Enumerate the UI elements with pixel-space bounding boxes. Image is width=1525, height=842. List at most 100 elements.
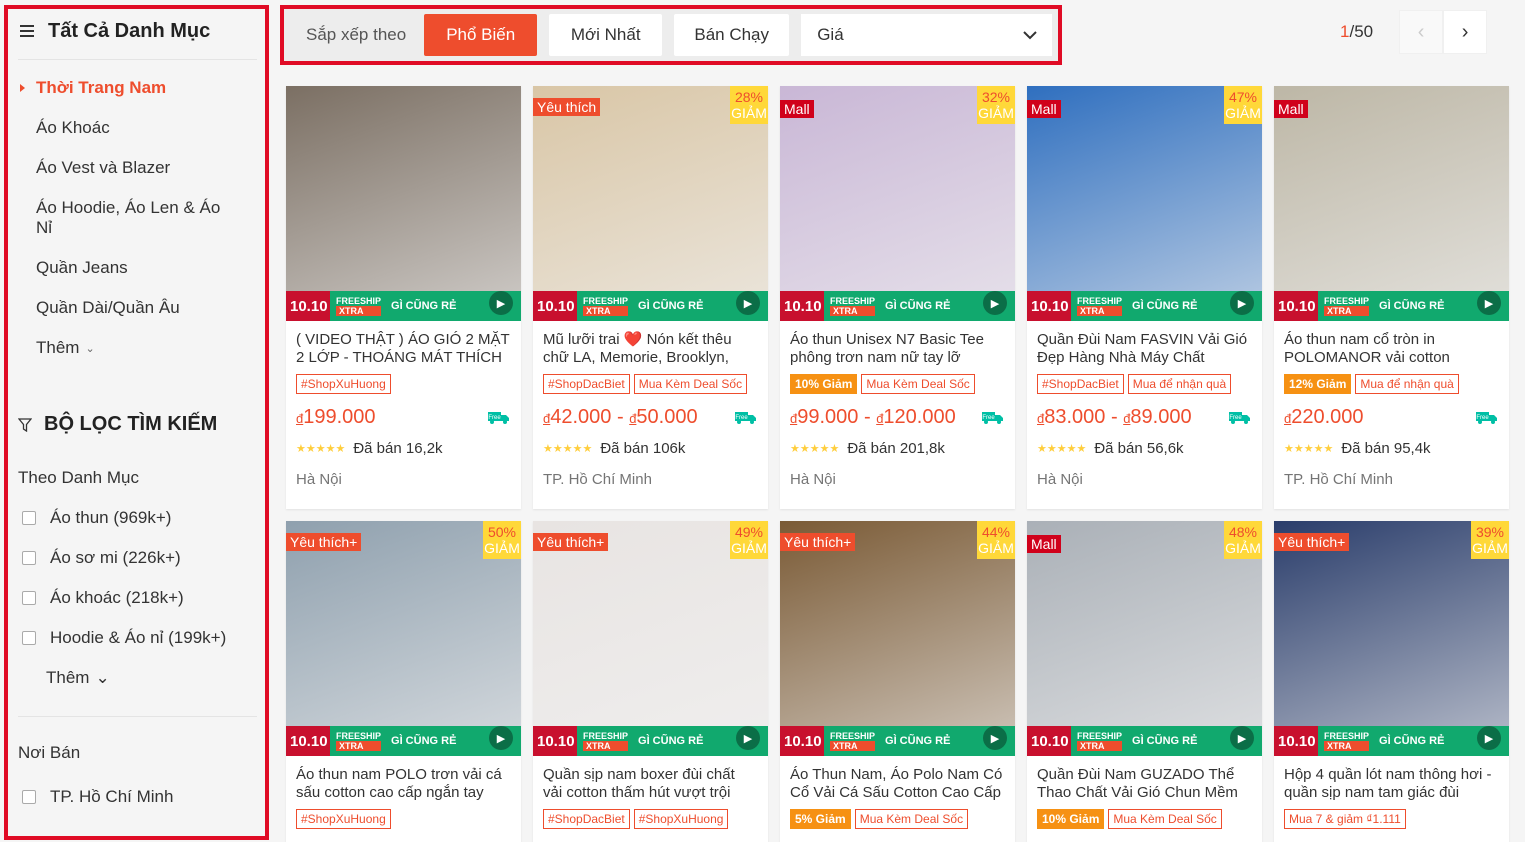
product-tags: #ShopDacBiet Mua Kèm Deal Sốc <box>543 374 758 394</box>
product-image[interactable]: Mall 47% GIẢM 10.10 FREESHIP XTRA GÌ CŨNG RẺ ▶ <box>1027 86 1262 321</box>
product-card[interactable]: Yêu thích+ 39% GIẢM 10.10 FREESHIP XTRA GÌ CŨN… <box>1274 521 1509 842</box>
product-card[interactable]: Yêu thích 28% GIẢM 10.10 FREESHIP XTRA GÌ CŨNG… <box>533 86 768 509</box>
rating-stars: ★★★★★ <box>790 443 840 455</box>
category-filter-option[interactable]: Áo khoác (218k+) <box>18 588 265 608</box>
product-tags: #ShopDacBiet #ShopXuHuong <box>543 809 758 829</box>
product-card[interactable]: Yêu thích+ 44% GIẢM 10.10 FREESHIP XTRA GÌ CŨN… <box>780 521 1015 842</box>
product-tag: Mua Kèm Deal Sốc <box>861 374 975 394</box>
rating-row: ★★★★★ Đã bán 56,6k <box>1037 440 1252 457</box>
product-title[interactable]: Hộp 4 quần lót nam thông hơi - quần sịp … <box>1284 766 1499 802</box>
category-filter-option[interactable]: Áo sơ mi (226k+) <box>18 548 265 568</box>
promo-band: 10.10 FREESHIP XTRA GÌ CŨNG RẺ <box>1027 291 1262 321</box>
play-icon[interactable]: ▶ <box>983 291 1007 315</box>
product-tag: 5% Giảm <box>790 809 851 829</box>
product-card[interactable]: Mall 32% GIẢM 10.10 FREESHIP XTRA GÌ CŨNG RẺ ▶ Á… <box>780 86 1015 509</box>
category-item[interactable]: Quần Dài/Quần Âu <box>18 298 265 318</box>
product-tags: #ShopXuHuong <box>296 374 511 394</box>
product-image[interactable]: Mall 32% GIẢM 10.10 FREESHIP XTRA GÌ CŨNG RẺ ▶ <box>780 86 1015 321</box>
discount-badge: 49% GIẢM <box>730 521 768 559</box>
category-item[interactable]: Thời Trang Nam <box>18 78 265 98</box>
free-shipping-truck-icon: Free <box>734 409 758 425</box>
product-image[interactable]: Mall 48% GIẢM 10.10 FREESHIP XTRA GÌ CŨNG RẺ ▶ <box>1027 521 1262 756</box>
category-filter-list: Áo thun (969k+) Áo sơ mi (226k+) Áo khoác … <box>18 508 265 648</box>
checkbox[interactable] <box>22 631 36 645</box>
play-icon[interactable]: ▶ <box>1477 291 1501 315</box>
freeship-label: FREESHIP XTRA <box>336 731 382 751</box>
freeship-label: FREESHIP XTRA <box>1324 731 1370 751</box>
product-title[interactable]: Mũ lưỡi trai ❤️ Nón kết thêu chữ LA, Mem… <box>543 331 758 367</box>
product-price: đ220.000 <box>1284 406 1364 429</box>
categories-more-button[interactable]: Thêm ⌄ <box>18 338 265 358</box>
price-row: đ42.000 - đ50.000 Free <box>543 404 758 430</box>
sort-popular-button[interactable]: Phổ Biến <box>424 14 538 56</box>
discount-value: 48% <box>1228 524 1258 540</box>
product-image[interactable]: 10.10 FREESHIP XTRA GÌ CŨNG RẺ ▶ <box>286 86 521 321</box>
product-info: ( VIDEO THẬT ) ÁO GIÓ 2 MẶT 2 LỚP - THOÁ… <box>286 321 521 488</box>
price-max: 120.000 <box>883 405 956 428</box>
promo-date: 10.10 <box>1031 297 1069 315</box>
freeship-label: FREESHIP XTRA <box>336 296 382 316</box>
product-card[interactable]: Mall 47% GIẢM 10.10 FREESHIP XTRA GÌ CŨNG RẺ ▶ Q… <box>1027 86 1262 509</box>
free-shipping-truck-icon: Free <box>981 409 1005 425</box>
prev-page-button[interactable]: ‹ <box>1399 10 1444 54</box>
checkbox[interactable] <box>22 591 36 605</box>
category-filter-option[interactable]: Áo thun (969k+) <box>18 508 265 528</box>
product-image[interactable]: Yêu thích+ 50% GIẢM 10.10 FREESHIP XTRA GÌ CŨN… <box>286 521 521 756</box>
product-image[interactable]: Yêu thích 28% GIẢM 10.10 FREESHIP XTRA GÌ CŨNG… <box>533 86 768 321</box>
price-sort-select[interactable]: Giá <box>801 14 1052 56</box>
product-title[interactable]: ( VIDEO THẬT ) ÁO GIÓ 2 MẶT 2 LỚP - THOÁ… <box>296 331 511 367</box>
product-title[interactable]: Quần Đùi Nam GUZADO Thể Thao Chất Vải Gi… <box>1037 766 1252 802</box>
play-icon[interactable]: ▶ <box>736 291 760 315</box>
category-item[interactable]: Quần Jeans <box>18 258 265 278</box>
next-page-button[interactable]: › <box>1443 10 1488 54</box>
checkbox[interactable] <box>22 551 36 565</box>
discount-badge: 48% GIẢM <box>1224 521 1262 559</box>
product-card[interactable]: Yêu thích+ 49% GIẢM 10.10 FREESHIP XTRA GÌ CŨN… <box>533 521 768 842</box>
product-image[interactable]: Yêu thích+ 49% GIẢM 10.10 FREESHIP XTRA GÌ CŨN… <box>533 521 768 756</box>
product-image[interactable]: Yêu thích+ 39% GIẢM 10.10 FREESHIP XTRA GÌ CŨN… <box>1274 521 1509 756</box>
product-title[interactable]: Quần Đùi Nam FASVIN Vải Gió Đẹp Hàng Nhà… <box>1037 331 1252 367</box>
product-card[interactable]: Mall 48% GIẢM 10.10 FREESHIP XTRA GÌ CŨNG RẺ ▶ Q… <box>1027 521 1262 842</box>
product-tag: #ShopDacBiet <box>543 374 630 394</box>
product-tags: 10% Giảm Mua Kèm Deal Sốc <box>1037 809 1252 829</box>
play-icon[interactable]: ▶ <box>1230 726 1254 750</box>
product-title[interactable]: Áo Thun Nam, Áo Polo Nam Có Cổ Vải Cá Sấ… <box>790 766 1005 802</box>
product-image[interactable]: Yêu thích+ 44% GIẢM 10.10 FREESHIP XTRA GÌ CŨN… <box>780 521 1015 756</box>
play-icon[interactable]: ▶ <box>1477 726 1501 750</box>
sort-best-selling-button[interactable]: Bán Chạy <box>674 14 790 56</box>
sort-newest-button[interactable]: Mới Nhất <box>549 14 663 56</box>
product-title[interactable]: Áo thun nam POLO trơn vải cá sấu cotton … <box>296 766 511 802</box>
filter-more-button[interactable]: Thêm ⌄ <box>18 668 265 688</box>
play-icon[interactable]: ▶ <box>1230 291 1254 315</box>
product-title[interactable]: Quần sịp nam boxer đùi chất vải cotton t… <box>543 766 758 802</box>
checkbox[interactable] <box>22 511 36 525</box>
product-image[interactable]: Mall 10.10 FREESHIP XTRA GÌ CŨNG RẺ ▶ <box>1274 86 1509 321</box>
category-item[interactable]: Áo Hoodie, Áo Len & Áo Nỉ <box>18 198 265 238</box>
category-filter-option[interactable]: Hoodie & Áo nỉ (199k+) <box>18 628 265 648</box>
play-icon[interactable]: ▶ <box>736 726 760 750</box>
place-filter-option[interactable]: TP. Hồ Chí Minh <box>18 787 265 807</box>
play-icon[interactable]: ▶ <box>489 291 513 315</box>
cheap-label: GÌ CŨNG RẺ <box>1132 735 1198 747</box>
badge: Mall <box>780 100 814 118</box>
discount-value: 28% <box>734 89 764 105</box>
category-item[interactable]: Áo Vest và Blazer <box>18 158 265 178</box>
play-icon[interactable]: ▶ <box>983 726 1007 750</box>
checkbox[interactable] <box>22 790 36 804</box>
product-title[interactable]: Áo thun Unisex N7 Basic Tee phông trơn n… <box>790 331 1005 367</box>
product-card[interactable]: 10.10 FREESHIP XTRA GÌ CŨNG RẺ ▶ ( VIDEO THẬT… <box>286 86 521 509</box>
product-tag: Mua Kèm Deal Sốc <box>1108 809 1222 829</box>
cheap-label: GÌ CŨNG RẺ <box>638 300 704 312</box>
promo-date: 10.10 <box>537 732 575 750</box>
price-separator: - <box>858 405 877 428</box>
product-title[interactable]: Áo thun nam cổ tròn in POLOMANOR vải cot… <box>1284 331 1499 367</box>
freeship-label: FREESHIP XTRA <box>1077 731 1123 751</box>
cheap-label: GÌ CŨNG RẺ <box>885 735 951 747</box>
product-card[interactable]: Yêu thích+ 50% GIẢM 10.10 FREESHIP XTRA GÌ CŨN… <box>286 521 521 842</box>
cheap-label: GÌ CŨNG RẺ <box>1379 735 1445 747</box>
all-categories-header[interactable]: Tất Cả Danh Mục <box>18 9 265 53</box>
product-card[interactable]: Mall 10.10 FREESHIP XTRA GÌ CŨNG RẺ ▶ Áo thun … <box>1274 86 1509 509</box>
play-icon[interactable]: ▶ <box>489 726 513 750</box>
discount-badge: 44% GIẢM <box>977 521 1015 559</box>
category-item[interactable]: Áo Khoác <box>18 118 265 138</box>
